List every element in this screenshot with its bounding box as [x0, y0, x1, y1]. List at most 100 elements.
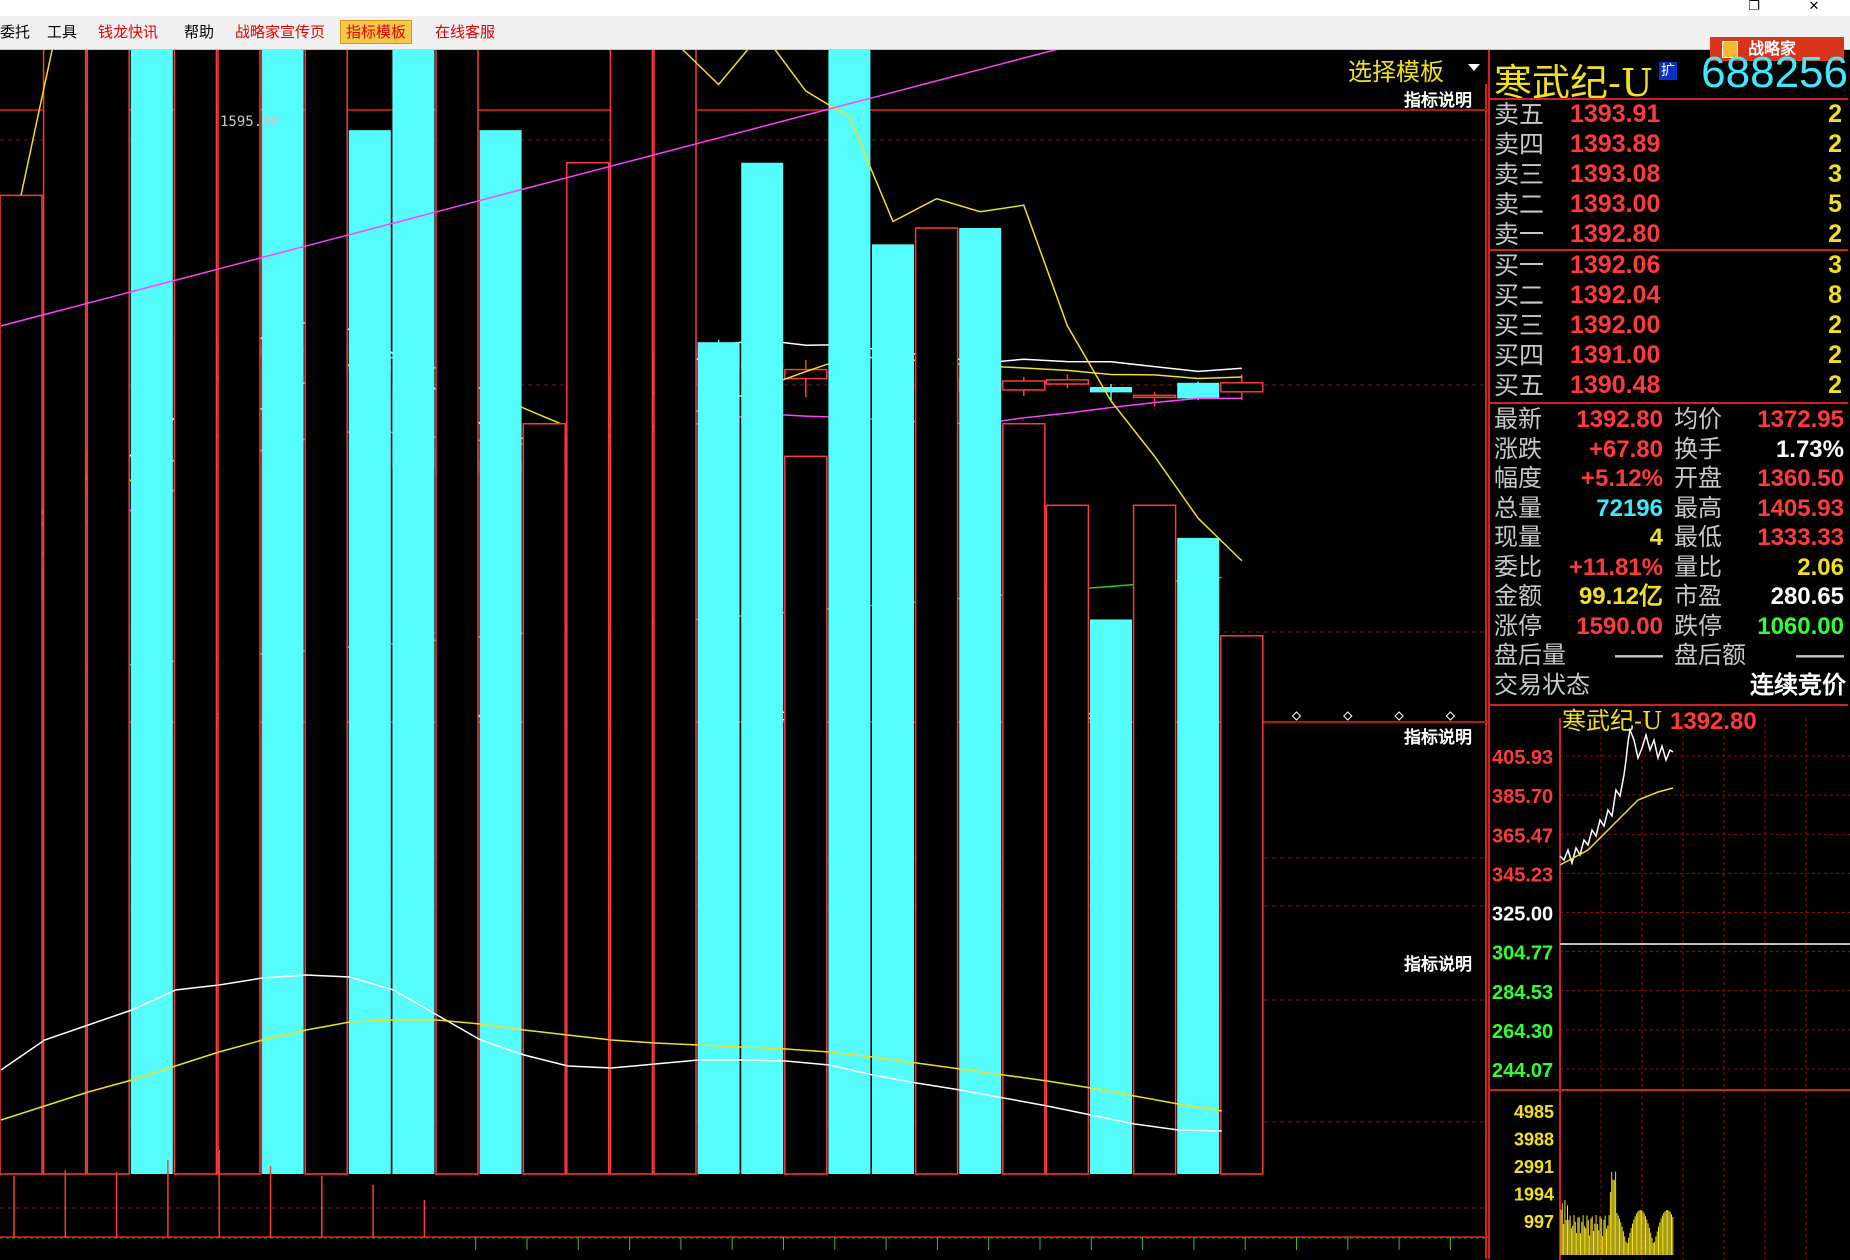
ask-label: 卖四 [1494, 130, 1545, 159]
bid-list: 买一 1392.06 3 买二 1392.04 8 买三 1392.00 2 买四 1391.00 2… [1488, 251, 1850, 401]
menu-bar: 委托 工具 钱龙快讯 帮助 战略家宣传页 指标模板 在线客服 战略家 [0, 16, 1850, 61]
volume-bar[interactable] [784, 455, 828, 1175]
volume-bar[interactable] [609, 50, 654, 1175]
volume-bar[interactable] [522, 422, 566, 1175]
volume-bar[interactable] [217, 50, 261, 1175]
bid-price: 1392.00 [1570, 311, 1661, 339]
bid-volume: 2 [1828, 341, 1842, 369]
stat-value: 99.12亿 [1578, 583, 1663, 610]
intraday-mini-chart[interactable]: 405.93 385.70 365.47 345.23 325.00 304.77 284.… [1488, 700, 1850, 1260]
volume-bar[interactable] [42, 50, 87, 1175]
bid-row[interactable]: 买二 1392.04 8 [1488, 281, 1848, 310]
stock-badge: 扩 [1659, 62, 1677, 80]
indicator-note-link-1[interactable]: 指标说明 [1404, 90, 1472, 111]
menu-item-help[interactable]: 帮助 [184, 23, 214, 41]
volume-bar[interactable] [566, 162, 610, 1175]
candle-body[interactable] [1132, 394, 1177, 399]
maximize-icon[interactable]: ❐ [1730, 0, 1778, 16]
mini-price-label: 345.23 [1492, 864, 1553, 886]
stat-value: —— [1615, 642, 1663, 669]
volume-bar[interactable] [304, 50, 348, 1175]
indicator-note-link-2[interactable]: 指标说明 [1404, 727, 1472, 748]
volume-bar[interactable] [435, 50, 479, 1175]
indicator-note-link-3[interactable]: 指标说明 [1404, 954, 1472, 975]
ask-price: 1393.00 [1570, 190, 1661, 218]
volume-bar[interactable] [959, 228, 1002, 1174]
stat-label: 换手 [1674, 434, 1722, 463]
bid-volume: 2 [1828, 371, 1842, 399]
volume-bar[interactable] [348, 130, 391, 1174]
ask-volume: 3 [1828, 160, 1842, 188]
candle-body[interactable] [1220, 382, 1264, 393]
candle-body[interactable] [1090, 387, 1132, 393]
stat-label: 幅度 [1494, 464, 1542, 492]
close-icon[interactable]: ✕ [1790, 0, 1838, 16]
volume-bar[interactable] [0, 194, 43, 1175]
menu-item-online-service[interactable]: 在线客服 [435, 23, 495, 41]
volume-bar[interactable] [872, 244, 914, 1174]
volume-bar[interactable] [914, 227, 959, 1175]
volume-bar[interactable] [1177, 537, 1220, 1174]
volume-bar[interactable] [741, 162, 784, 1174]
volume-bar[interactable] [86, 50, 130, 1175]
stat-label: 现量 [1494, 523, 1542, 551]
kline-chart-area[interactable]: 选择模板 指标说明 指标说明 指标说明 1595.88 [0, 50, 1488, 1259]
volume-bar[interactable] [1002, 422, 1046, 1175]
mini-volume-label: 4985 [1514, 1102, 1554, 1122]
menu-item-tools[interactable]: 工具 [47, 23, 77, 41]
menu-item-indicator-template[interactable]: 指标模板 [340, 20, 413, 44]
bid-label: 买四 [1494, 341, 1545, 370]
stat-label: 最新 [1494, 405, 1542, 433]
menu-item-news[interactable]: 钱龙快讯 [98, 23, 158, 41]
bid-row[interactable]: 买五 1390.48 2 [1488, 371, 1848, 400]
bid-price: 1392.06 [1570, 251, 1661, 279]
ask-row[interactable]: 卖五 1393.91 2 [1488, 100, 1848, 129]
stat-value: 1590.00 [1576, 612, 1663, 640]
volume-bar[interactable] [1132, 504, 1177, 1175]
bid-row[interactable]: 买四 1391.00 2 [1488, 341, 1848, 370]
select-template-dropdown[interactable]: 选择模板 [1348, 58, 1444, 86]
mini-volume-label: 3988 [1514, 1130, 1554, 1150]
ask-label: 卖二 [1494, 190, 1545, 219]
ask-volume: 2 [1828, 100, 1842, 128]
stat-row: 幅度 +5.12% 开盘 1360.50 [1488, 464, 1848, 493]
volume-bar[interactable] [653, 50, 697, 1175]
candle-body[interactable] [1177, 382, 1220, 399]
volume-bar[interactable] [173, 50, 218, 1175]
stat-label: 均价 [1674, 405, 1722, 433]
volume-bar[interactable] [697, 342, 740, 1174]
menu-item-promo[interactable]: 战略家宣传页 [235, 23, 325, 41]
volume-bar[interactable] [828, 50, 871, 1175]
ask-list: 卖五 1393.91 2 卖四 1393.89 2 卖三 1393.08 3 卖二 1393.00 5… [1488, 100, 1850, 250]
volume-bar[interactable] [1045, 504, 1090, 1175]
stock-code: 688256 [1701, 48, 1848, 97]
stock-header: 寒武纪-U 扩 688256 [1488, 48, 1850, 106]
ask-row[interactable]: 卖二 1393.00 5 [1488, 190, 1848, 219]
bid-label: 买二 [1494, 281, 1545, 310]
volume-bar[interactable] [261, 50, 304, 1175]
stat-row: 盘后量 —— 盘后额 —— [1488, 641, 1848, 670]
stat-value: 1333.33 [1757, 524, 1844, 551]
volume-bar[interactable] [1090, 619, 1132, 1174]
volume-bar[interactable] [130, 50, 173, 1174]
volume-bar[interactable] [479, 130, 522, 1174]
mini-price-label: 244.07 [1492, 1060, 1553, 1082]
volume-panel[interactable] [0, 50, 1264, 1175]
quote-panel: 寒武纪-U 扩 688256 卖五 1393.91 2 卖四 1393.89 2 卖三 139… [1488, 48, 1850, 1260]
stat-value: 1060.00 [1757, 612, 1844, 640]
stat-value: 4 [1649, 524, 1663, 551]
menu-item-entrust[interactable]: 委托 [0, 23, 30, 41]
date-marker [1291, 711, 1302, 721]
stat-value: 1405.93 [1757, 494, 1844, 522]
bid-row[interactable]: 买三 1392.00 2 [1488, 311, 1848, 340]
ask-label: 卖三 [1494, 160, 1545, 189]
bid-row[interactable]: 买一 1392.06 3 [1488, 251, 1848, 280]
candle-body[interactable] [1045, 379, 1090, 385]
volume-bar[interactable] [1220, 635, 1264, 1175]
chevron-down-icon[interactable] [1468, 64, 1480, 71]
ask-row[interactable]: 卖三 1393.08 3 [1488, 160, 1848, 189]
stat-value: 1372.95 [1757, 406, 1844, 433]
ask-row[interactable]: 卖一 1392.80 2 [1488, 220, 1848, 249]
ask-row[interactable]: 卖四 1393.89 2 [1488, 130, 1848, 159]
candle-body[interactable] [1002, 380, 1046, 391]
